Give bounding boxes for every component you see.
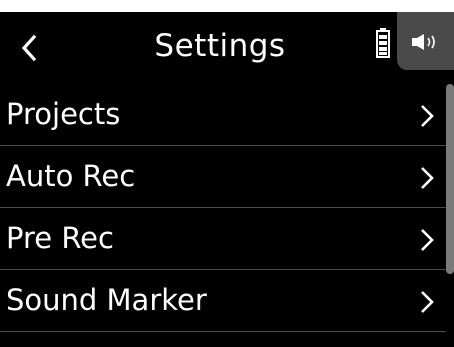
menu-item-pre-rec[interactable]: Pre Rec <box>0 208 446 270</box>
speaker-volume-icon <box>412 34 435 50</box>
menu-item-label: Pre Rec <box>6 221 114 255</box>
page-title: Settings <box>154 28 286 64</box>
chevron-right-icon <box>421 105 434 127</box>
device-display: Settings Projects Auto Rec Pre Rec Sound… <box>0 12 454 347</box>
speaker-toggle-button[interactable] <box>397 12 454 70</box>
menu-item-projects[interactable]: Projects <box>0 84 446 146</box>
menu-item-label: Auto Rec <box>6 159 136 193</box>
menu-item-sound-marker[interactable]: Sound Marker <box>0 270 446 332</box>
back-button[interactable] <box>16 28 44 68</box>
chevron-right-icon <box>421 291 434 313</box>
scrollbar[interactable] <box>446 84 454 274</box>
settings-menu: Projects Auto Rec Pre Rec Sound Marker <box>0 84 446 332</box>
header: Settings <box>0 12 454 84</box>
menu-item-label: Sound Marker <box>6 283 207 317</box>
chevron-right-icon <box>421 229 434 251</box>
chevron-left-icon <box>21 34 37 62</box>
menu-item-label: Projects <box>6 97 121 131</box>
chevron-right-icon <box>421 167 434 189</box>
battery-icon <box>376 28 390 58</box>
screen: Settings Projects Auto Rec Pre Rec Sound… <box>0 0 454 347</box>
menu-item-auto-rec[interactable]: Auto Rec <box>0 146 446 208</box>
